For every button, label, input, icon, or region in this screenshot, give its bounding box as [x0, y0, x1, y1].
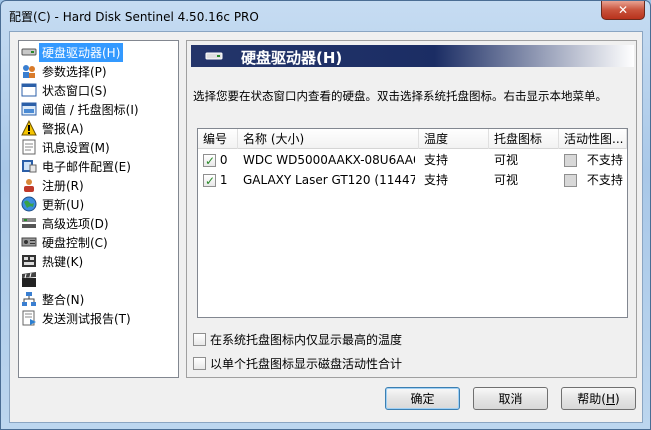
- clapper-icon: [21, 272, 37, 288]
- nav-item-thresholds[interactable]: 阈值 / 托盘图标(I): [21, 100, 176, 118]
- row-activity-cell: 不支持: [564, 151, 626, 170]
- row-number-cell: 1: [203, 171, 238, 190]
- user-icon: [21, 177, 37, 193]
- nav-item-update[interactable]: 更新(U): [21, 195, 176, 213]
- table-row[interactable]: 1 GALAXY Laser GT120 (114470 ... 支持 可视 不…: [198, 171, 627, 190]
- disk-table[interactable]: 编号 名称 (大小) 温度 托盘图标 活动性图... 0 WDC WD5000A…: [197, 128, 628, 318]
- warning-icon: [21, 120, 37, 136]
- option-checkbox[interactable]: [193, 357, 206, 370]
- hard-disk-header-icon: [205, 49, 223, 63]
- table-header: 编号 名称 (大小) 温度 托盘图标 活动性图...: [198, 129, 627, 149]
- close-button[interactable]: ✕: [601, 1, 645, 20]
- nav-item-send-report[interactable]: 发送测试报告(T): [21, 309, 176, 327]
- window-blue-icon: [21, 101, 37, 117]
- option-combined-activity[interactable]: 以单个托盘图标显示磁盘活动性合计: [193, 355, 402, 372]
- column-header-number[interactable]: 编号: [198, 129, 238, 149]
- nav-item-registration[interactable]: 注册(R): [21, 176, 176, 194]
- nav-item-disk-control[interactable]: 硬盘控制(C): [21, 233, 176, 251]
- category-nav: 硬盘驱动器(H) 参数选择(P) 状态窗口(S) 阈值 / 托盘图标(I) 警报…: [18, 40, 179, 378]
- row-checkbox[interactable]: [203, 172, 216, 190]
- hotkey-icon: [21, 253, 37, 269]
- nav-item-status-window[interactable]: 状态窗口(S): [21, 81, 176, 99]
- row-name-cell: GALAXY Laser GT120 (114470 ...: [243, 173, 415, 187]
- activity-checkbox[interactable]: [564, 174, 577, 187]
- table-row[interactable]: 0 WDC WD5000AAKX-08U6AA0... 支持 可视 不支持: [198, 151, 627, 170]
- column-header-activity[interactable]: 活动性图...: [559, 129, 627, 149]
- nav-item-email[interactable]: 电子邮件配置(E): [21, 157, 176, 175]
- row-temperature-cell: 支持: [424, 173, 449, 187]
- column-header-temperature[interactable]: 温度: [419, 129, 489, 149]
- window-title: 配置(C) - Hard Disk Sentinel 4.50.16c PRO: [9, 10, 259, 24]
- option-label: 在系统托盘图标内仅显示最高的温度: [210, 333, 403, 347]
- column-header-tray-icon[interactable]: 托盘图标: [489, 129, 559, 149]
- panel-title: 硬盘驱动器(H): [241, 49, 343, 67]
- nav-item-media[interactable]: [21, 271, 176, 289]
- help-button[interactable]: 帮助(H): [561, 387, 636, 410]
- row-tray-cell: 可视: [494, 173, 519, 187]
- nav-item-messages[interactable]: 讯息设置(M): [21, 138, 176, 156]
- ok-button[interactable]: 确定: [385, 387, 460, 410]
- panel-description: 选择您要在状态窗口内查看的硬盘。双击选择系统托盘图标。右击显示本地菜单。: [193, 89, 607, 103]
- network-icon: [21, 291, 37, 307]
- title-bar[interactable]: 配置(C) - Hard Disk Sentinel 4.50.16c PRO …: [1, 1, 650, 31]
- report-icon: [21, 310, 37, 326]
- panel-header: 硬盘驱动器(H): [191, 45, 634, 67]
- nav-item-integration[interactable]: 整合(N): [21, 290, 176, 308]
- activity-checkbox[interactable]: [564, 154, 577, 167]
- row-temperature-cell: 支持: [424, 153, 449, 167]
- row-tray-cell: 可视: [494, 153, 519, 167]
- cancel-button[interactable]: 取消: [473, 387, 548, 410]
- globe-icon: [21, 196, 37, 212]
- settings-panel: 硬盘驱动器(H) 选择您要在状态窗口内查看的硬盘。双击选择系统托盘图标。右击显示…: [186, 40, 637, 378]
- nav-item-hard-disks[interactable]: 硬盘驱动器(H): [21, 42, 176, 62]
- row-checkbox[interactable]: [203, 152, 216, 170]
- close-icon: ✕: [617, 3, 629, 17]
- people-icon: [21, 63, 37, 79]
- option-highest-temperature[interactable]: 在系统托盘图标内仅显示最高的温度: [193, 331, 402, 348]
- option-checkbox[interactable]: [193, 333, 206, 346]
- config-window: 配置(C) - Hard Disk Sentinel 4.50.16c PRO …: [0, 0, 651, 430]
- advanced-icon: [21, 215, 37, 231]
- nav-item-alerts[interactable]: 警报(A): [21, 119, 176, 137]
- nav-item-advanced[interactable]: 高级选项(D): [21, 214, 176, 232]
- dialog-client: 硬盘驱动器(H) 参数选择(P) 状态窗口(S) 阈值 / 托盘图标(I) 警报…: [9, 31, 643, 423]
- window-icon: [21, 82, 37, 98]
- email-icon: [21, 158, 37, 174]
- row-number-cell: 0: [203, 151, 238, 170]
- hard-disk-icon: [21, 44, 37, 60]
- nav-item-preferences[interactable]: 参数选择(P): [21, 62, 176, 80]
- option-label: 以单个托盘图标显示磁盘活动性合计: [210, 357, 403, 371]
- column-header-name[interactable]: 名称 (大小): [238, 129, 419, 149]
- row-name-cell: WDC WD5000AAKX-08U6AA0...: [243, 153, 415, 167]
- message-icon: [21, 139, 37, 155]
- disk-control-icon: [21, 234, 37, 250]
- row-activity-cell: 不支持: [564, 171, 626, 190]
- nav-item-hotkeys[interactable]: 热键(K): [21, 252, 176, 270]
